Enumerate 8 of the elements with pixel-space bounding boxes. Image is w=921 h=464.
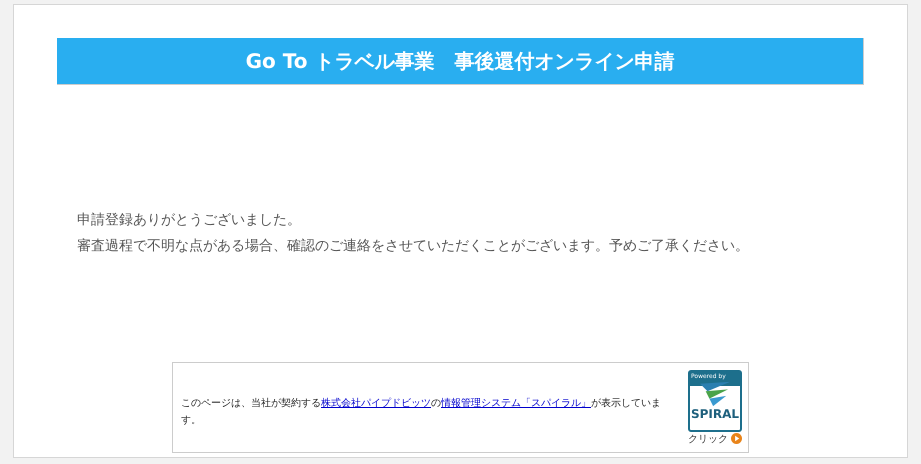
page-title: Go To トラベル事業 事後還付オンライン申請 [246,48,674,74]
text-link[interactable]: 情報管理システム「スパイラル」 [441,398,591,408]
click-link[interactable]: クリック [688,432,728,446]
text-link[interactable]: 株式会社パイプドビッツ [321,398,431,408]
footer-text: このページは、当社が契約する株式会社パイプドビッツの情報管理システム「スパイラル」が表示しています。 [181,396,662,428]
message-text: 申請登録ありがとうございました。 [77,211,302,230]
message-text: 審査過程で不明な点がある場合、確認のご連絡をさせていただくことがございます。予めご了承ください。 [77,237,750,256]
play-icon [731,433,742,444]
